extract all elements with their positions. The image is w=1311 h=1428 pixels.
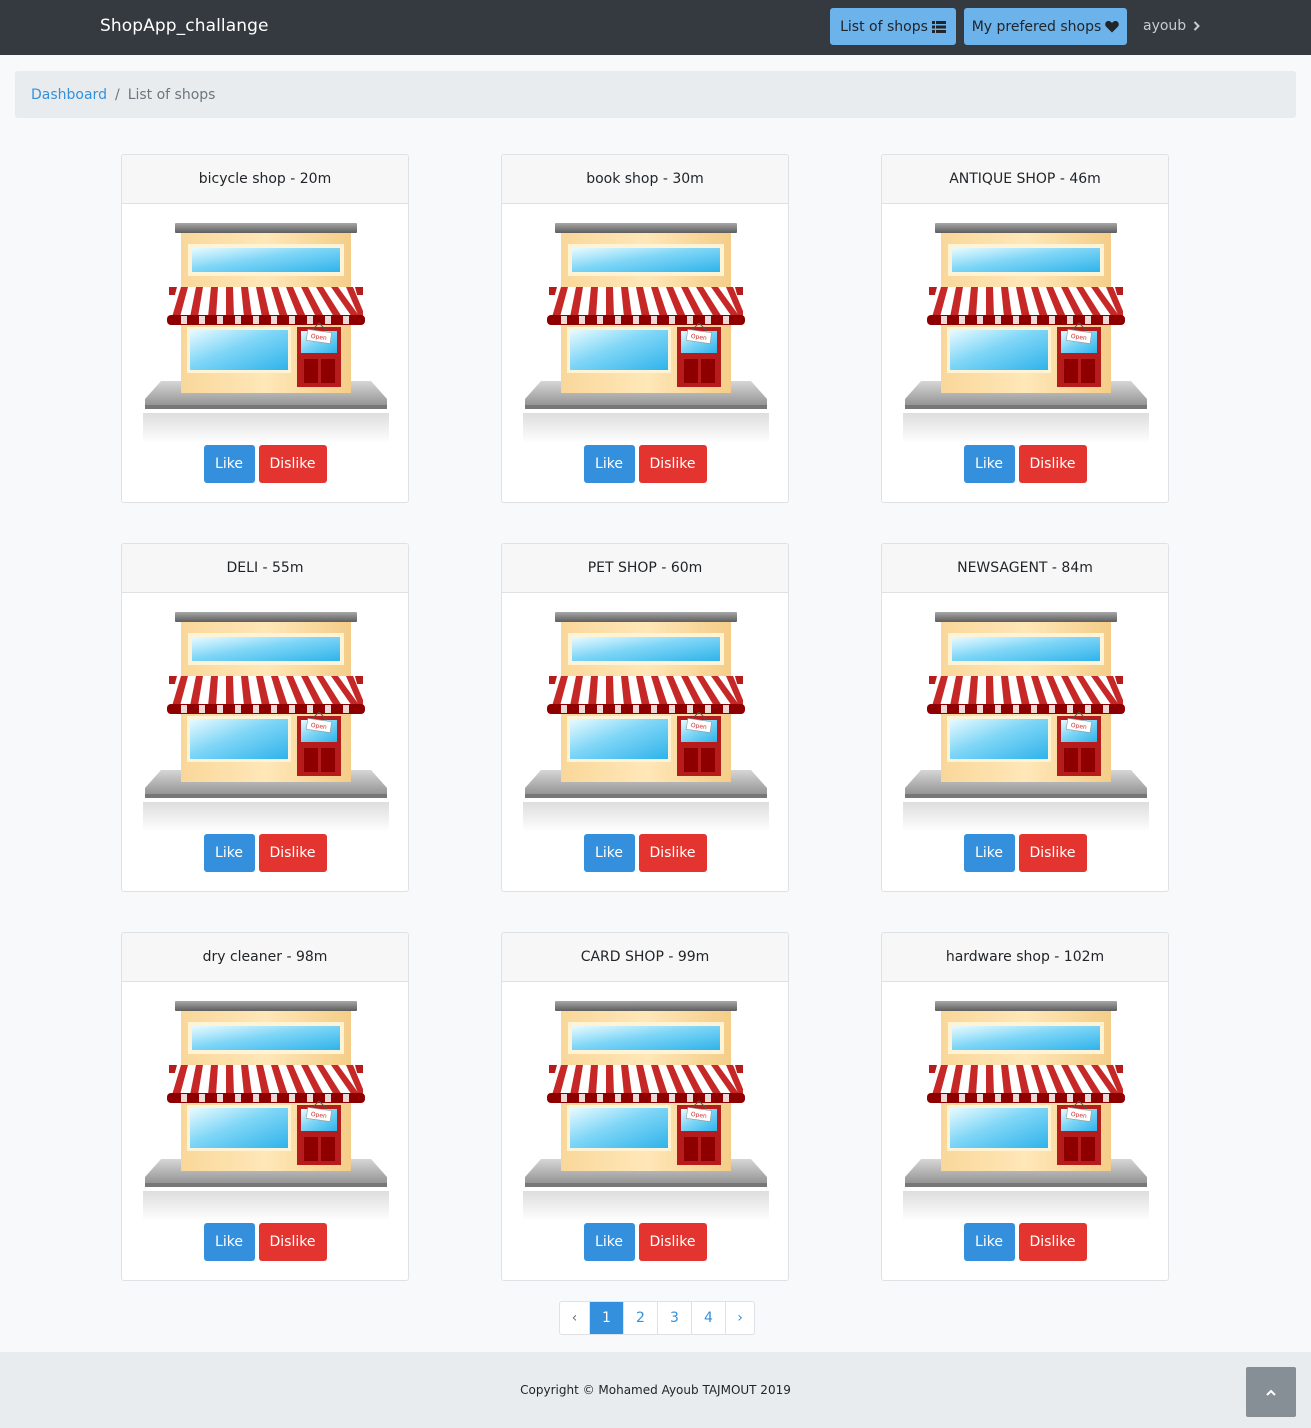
username: ayoub: [1143, 18, 1187, 34]
shop-title: bicycle shop - 20m: [122, 155, 408, 204]
shop-card: hardware shop - 102m Like Dislike: [881, 932, 1169, 1281]
shop-title: PET SHOP - 60m: [502, 544, 788, 593]
shop-title: hardware shop - 102m: [882, 933, 1168, 982]
storefront-image: [521, 610, 771, 832]
dislike-button[interactable]: Dislike: [258, 445, 327, 483]
breadcrumb-current: List of shops: [127, 86, 216, 103]
like-button[interactable]: Like: [963, 445, 1015, 483]
dislike-button[interactable]: Dislike: [258, 834, 327, 872]
pagination-page-2[interactable]: 2: [623, 1302, 657, 1334]
pagination-page-3[interactable]: 3: [657, 1302, 691, 1334]
chevron-right-icon: [1193, 21, 1201, 31]
user-menu[interactable]: ayoub: [1143, 18, 1201, 34]
chevron-up-icon: [1266, 1389, 1276, 1396]
dislike-button[interactable]: Dislike: [638, 1223, 707, 1261]
preferred-shops-label: My prefered shops: [971, 18, 1102, 35]
like-button[interactable]: Like: [583, 834, 635, 872]
pagination-prev[interactable]: ‹: [560, 1302, 589, 1334]
shop-title: NEWSAGENT - 84m: [882, 544, 1168, 593]
breadcrumb: Dashboard / List of shops: [15, 71, 1296, 118]
footer: Copyright © Mohamed Ayoub TAJMOUT 2019: [0, 1352, 1311, 1428]
shop-title: dry cleaner - 98m: [122, 933, 408, 982]
preferred-shops-button[interactable]: My prefered shops: [964, 8, 1127, 45]
breadcrumb-separator: /: [114, 86, 120, 103]
like-button[interactable]: Like: [583, 1223, 635, 1261]
pagination: ‹ 1 2 3 4 ›: [559, 1301, 755, 1335]
scroll-to-top-button[interactable]: [1246, 1367, 1296, 1417]
storefront-image: [901, 999, 1151, 1221]
pagination-page-4[interactable]: 4: [691, 1302, 725, 1334]
shop-card: book shop - 30m Like Dislike: [501, 154, 789, 503]
like-button[interactable]: Like: [203, 1223, 255, 1261]
shop-title: ANTIQUE SHOP - 46m: [882, 155, 1168, 204]
storefront-image: [141, 221, 391, 443]
storefront-image: [521, 999, 771, 1221]
shop-card: bicycle shop - 20m Like Dislike: [121, 154, 409, 503]
shop-title: DELI - 55m: [122, 544, 408, 593]
shop-card: PET SHOP - 60m Like Dislike: [501, 543, 789, 892]
like-button[interactable]: Like: [203, 445, 255, 483]
dislike-button[interactable]: Dislike: [1018, 1223, 1087, 1261]
storefront-image: [141, 999, 391, 1221]
pagination-next[interactable]: ›: [725, 1302, 754, 1334]
list-of-shops-button[interactable]: List of shops: [830, 8, 956, 45]
shop-title: CARD SHOP - 99m: [502, 933, 788, 982]
dislike-button[interactable]: Dislike: [1018, 445, 1087, 483]
like-button[interactable]: Like: [203, 834, 255, 872]
shop-card: DELI - 55m Like Dislike: [121, 543, 409, 892]
shop-card: ANTIQUE SHOP - 46m Like Dislike: [881, 154, 1169, 503]
top-navbar: ShopApp_challange List of shops My prefe…: [0, 0, 1311, 55]
storefront-image: [521, 221, 771, 443]
shop-card: NEWSAGENT - 84m Like Dislike: [881, 543, 1169, 892]
list-icon: [931, 20, 946, 33]
heart-icon: [1105, 20, 1120, 33]
list-of-shops-label: List of shops: [840, 18, 928, 35]
dislike-button[interactable]: Dislike: [258, 1223, 327, 1261]
brand-link[interactable]: ShopApp_challange: [100, 16, 269, 36]
like-button[interactable]: Like: [963, 834, 1015, 872]
like-button[interactable]: Like: [963, 1223, 1015, 1261]
shop-title: book shop - 30m: [502, 155, 788, 204]
dislike-button[interactable]: Dislike: [638, 445, 707, 483]
storefront-image: [901, 221, 1151, 443]
dislike-button[interactable]: Dislike: [1018, 834, 1087, 872]
shop-card: dry cleaner - 98m Like Dislike: [121, 932, 409, 1281]
storefront-image: [901, 610, 1151, 832]
shop-card: CARD SHOP - 99m Like Dislike: [501, 932, 789, 1281]
dislike-button[interactable]: Dislike: [638, 834, 707, 872]
storefront-image: [141, 610, 391, 832]
copyright-text: Copyright © Mohamed Ayoub TAJMOUT 2019: [520, 1383, 791, 1397]
pagination-page-1[interactable]: 1: [589, 1302, 623, 1334]
breadcrumb-dashboard-link[interactable]: Dashboard: [31, 87, 107, 103]
like-button[interactable]: Like: [583, 445, 635, 483]
